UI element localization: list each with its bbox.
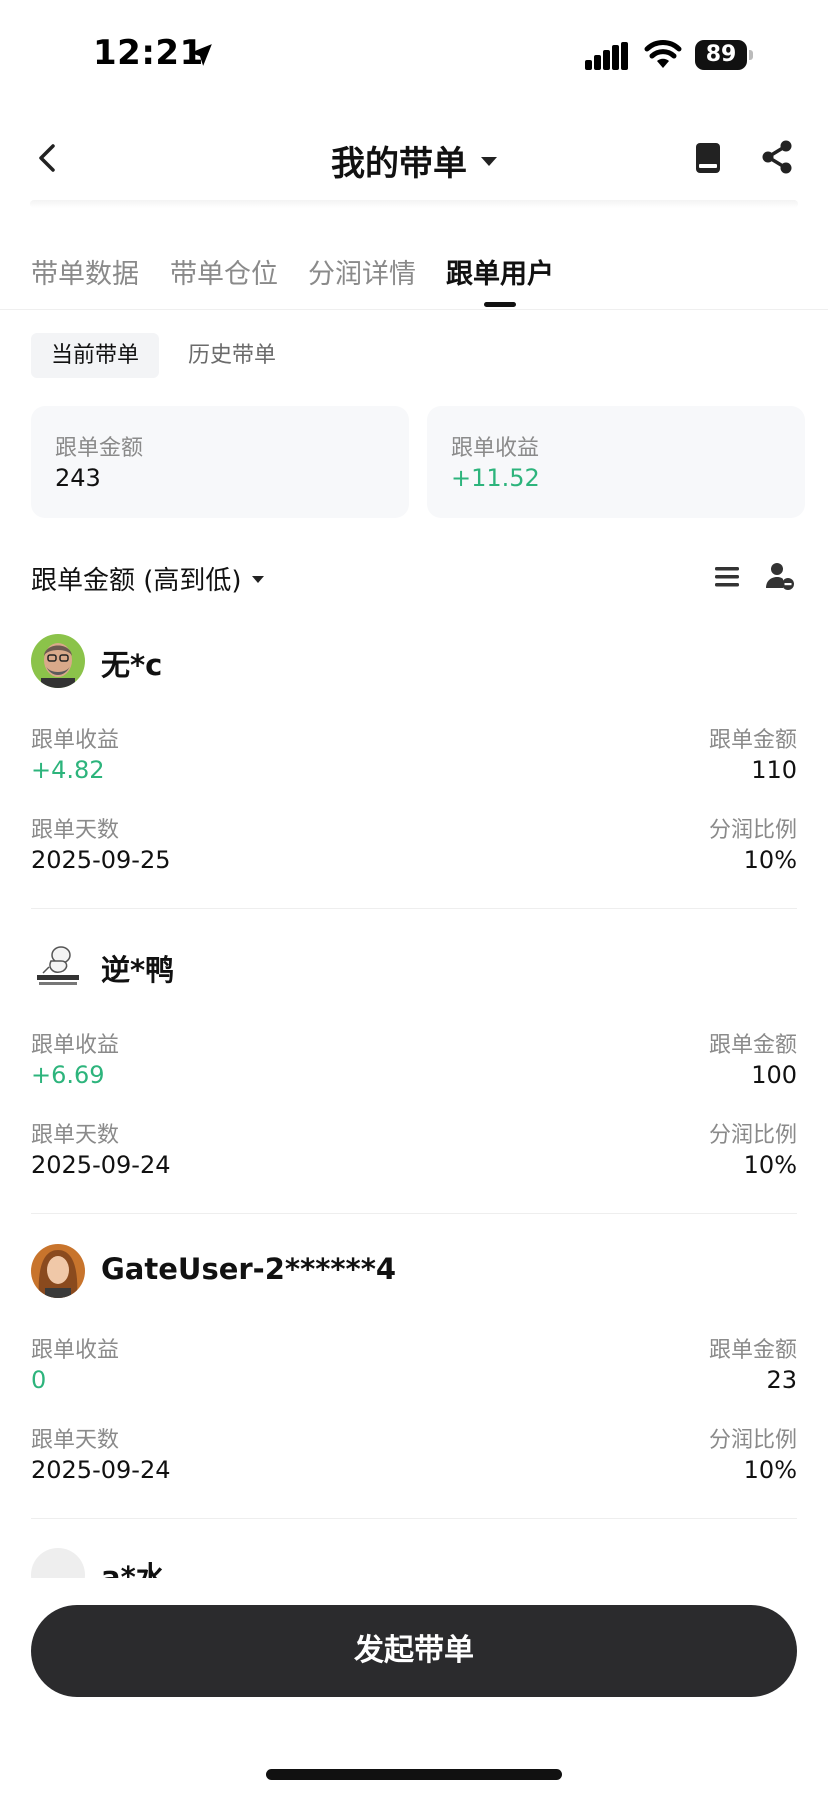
tab-lead-data[interactable]: 带单数据 [31,252,139,291]
summary-card-amount: 跟单金额 243 [31,406,409,518]
caret-down-icon [481,157,497,166]
amount-value: 100 [751,1061,797,1089]
battery-cap [749,50,753,60]
subtab-history[interactable]: 历史带单 [168,333,296,378]
user-name: 逆*鸭 [101,953,175,987]
user-name: a*水 [101,1560,165,1578]
status-bar: 12:21 89 [0,0,828,110]
wifi-icon [644,40,682,68]
location-arrow-icon [190,44,212,66]
list-divider [31,1213,797,1214]
days-value: 2025-09-24 [31,1151,171,1179]
home-indicator [266,1769,562,1780]
days-value: 2025-09-24 [31,1456,171,1484]
summary-card-profit: 跟单收益 +11.52 [427,406,805,518]
profit-value: +6.69 [31,1061,105,1089]
profit-value: +4.82 [31,756,105,784]
battery-level: 89 [695,40,747,70]
sort-label: 跟单金额 (高到低) [31,566,242,596]
summary-profit-value: +11.52 [451,464,540,492]
profit-label: 跟单收益 [31,728,120,753]
main-tabs: 带单数据 带单仓位 分润详情 跟单用户 [0,248,828,310]
summary-profit-label: 跟单收益 [451,436,540,461]
header-divider [30,200,798,208]
book-icon[interactable] [690,140,726,176]
start-lead-button[interactable]: 发起带单 [31,1605,797,1697]
days-label: 跟单天数 [31,818,120,843]
cellular-signal-icon [585,42,628,70]
profit-value: 0 [31,1366,47,1394]
user-name: 无*c [101,648,163,682]
amount-label: 跟单金额 [708,1033,797,1058]
days-label: 跟单天数 [31,1428,120,1453]
user-avatar [31,939,85,993]
copy-user-item[interactable]: 逆*鸭 跟单收益 +6.69 跟单金额 100 跟单天数 2025-09-24 … [31,939,797,1229]
list-view-icon[interactable] [712,562,742,592]
amount-value: 110 [751,756,797,784]
copy-user-item-partial[interactable]: a*水 [31,1548,797,1578]
share-ratio-value: 10% [743,1151,797,1179]
days-value: 2025-09-25 [31,846,171,874]
tab-profit-share-details[interactable]: 分润详情 [308,252,416,291]
copy-user-item[interactable]: GateUser-2******4 跟单收益 0 跟单金额 23 跟单天数 20… [31,1244,797,1534]
user-name: GateUser-2******4 [101,1252,397,1286]
tab-lead-positions[interactable]: 带单仓位 [170,252,278,291]
list-divider [31,1518,797,1519]
active-tab-indicator [484,302,516,307]
page-title: 我的带单 [331,144,467,184]
profit-label: 跟单收益 [31,1033,120,1058]
user-remove-icon[interactable] [764,560,796,592]
user-avatar [31,1548,85,1578]
top-nav-bar: 我的带单 [0,120,828,200]
summary-amount-value: 243 [55,464,101,492]
tab-copy-users[interactable]: 跟单用户 [446,252,554,291]
amount-value: 23 [766,1366,797,1394]
share-ratio-label: 分润比例 [708,818,797,843]
share-ratio-label: 分润比例 [708,1428,797,1453]
sort-dropdown[interactable]: 跟单金额 (高到低) [31,560,264,597]
share-ratio-value: 10% [743,846,797,874]
list-divider [31,908,797,909]
user-avatar [31,1244,85,1298]
amount-label: 跟单金额 [708,1338,797,1363]
copy-user-item[interactable]: 无*c 跟单收益 +4.82 跟单金额 110 跟单天数 2025-09-25 … [31,634,797,924]
summary-amount-label: 跟单金额 [55,436,144,461]
share-ratio-value: 10% [743,1456,797,1484]
days-label: 跟单天数 [31,1123,120,1148]
subtab-current[interactable]: 当前带单 [31,333,160,378]
amount-label: 跟单金额 [708,728,797,753]
share-icon[interactable] [758,138,796,176]
battery-indicator: 89 [695,40,753,70]
share-ratio-label: 分润比例 [708,1123,797,1148]
profit-label: 跟单收益 [31,1338,120,1363]
user-avatar [31,634,85,688]
caret-down-icon [251,576,264,583]
